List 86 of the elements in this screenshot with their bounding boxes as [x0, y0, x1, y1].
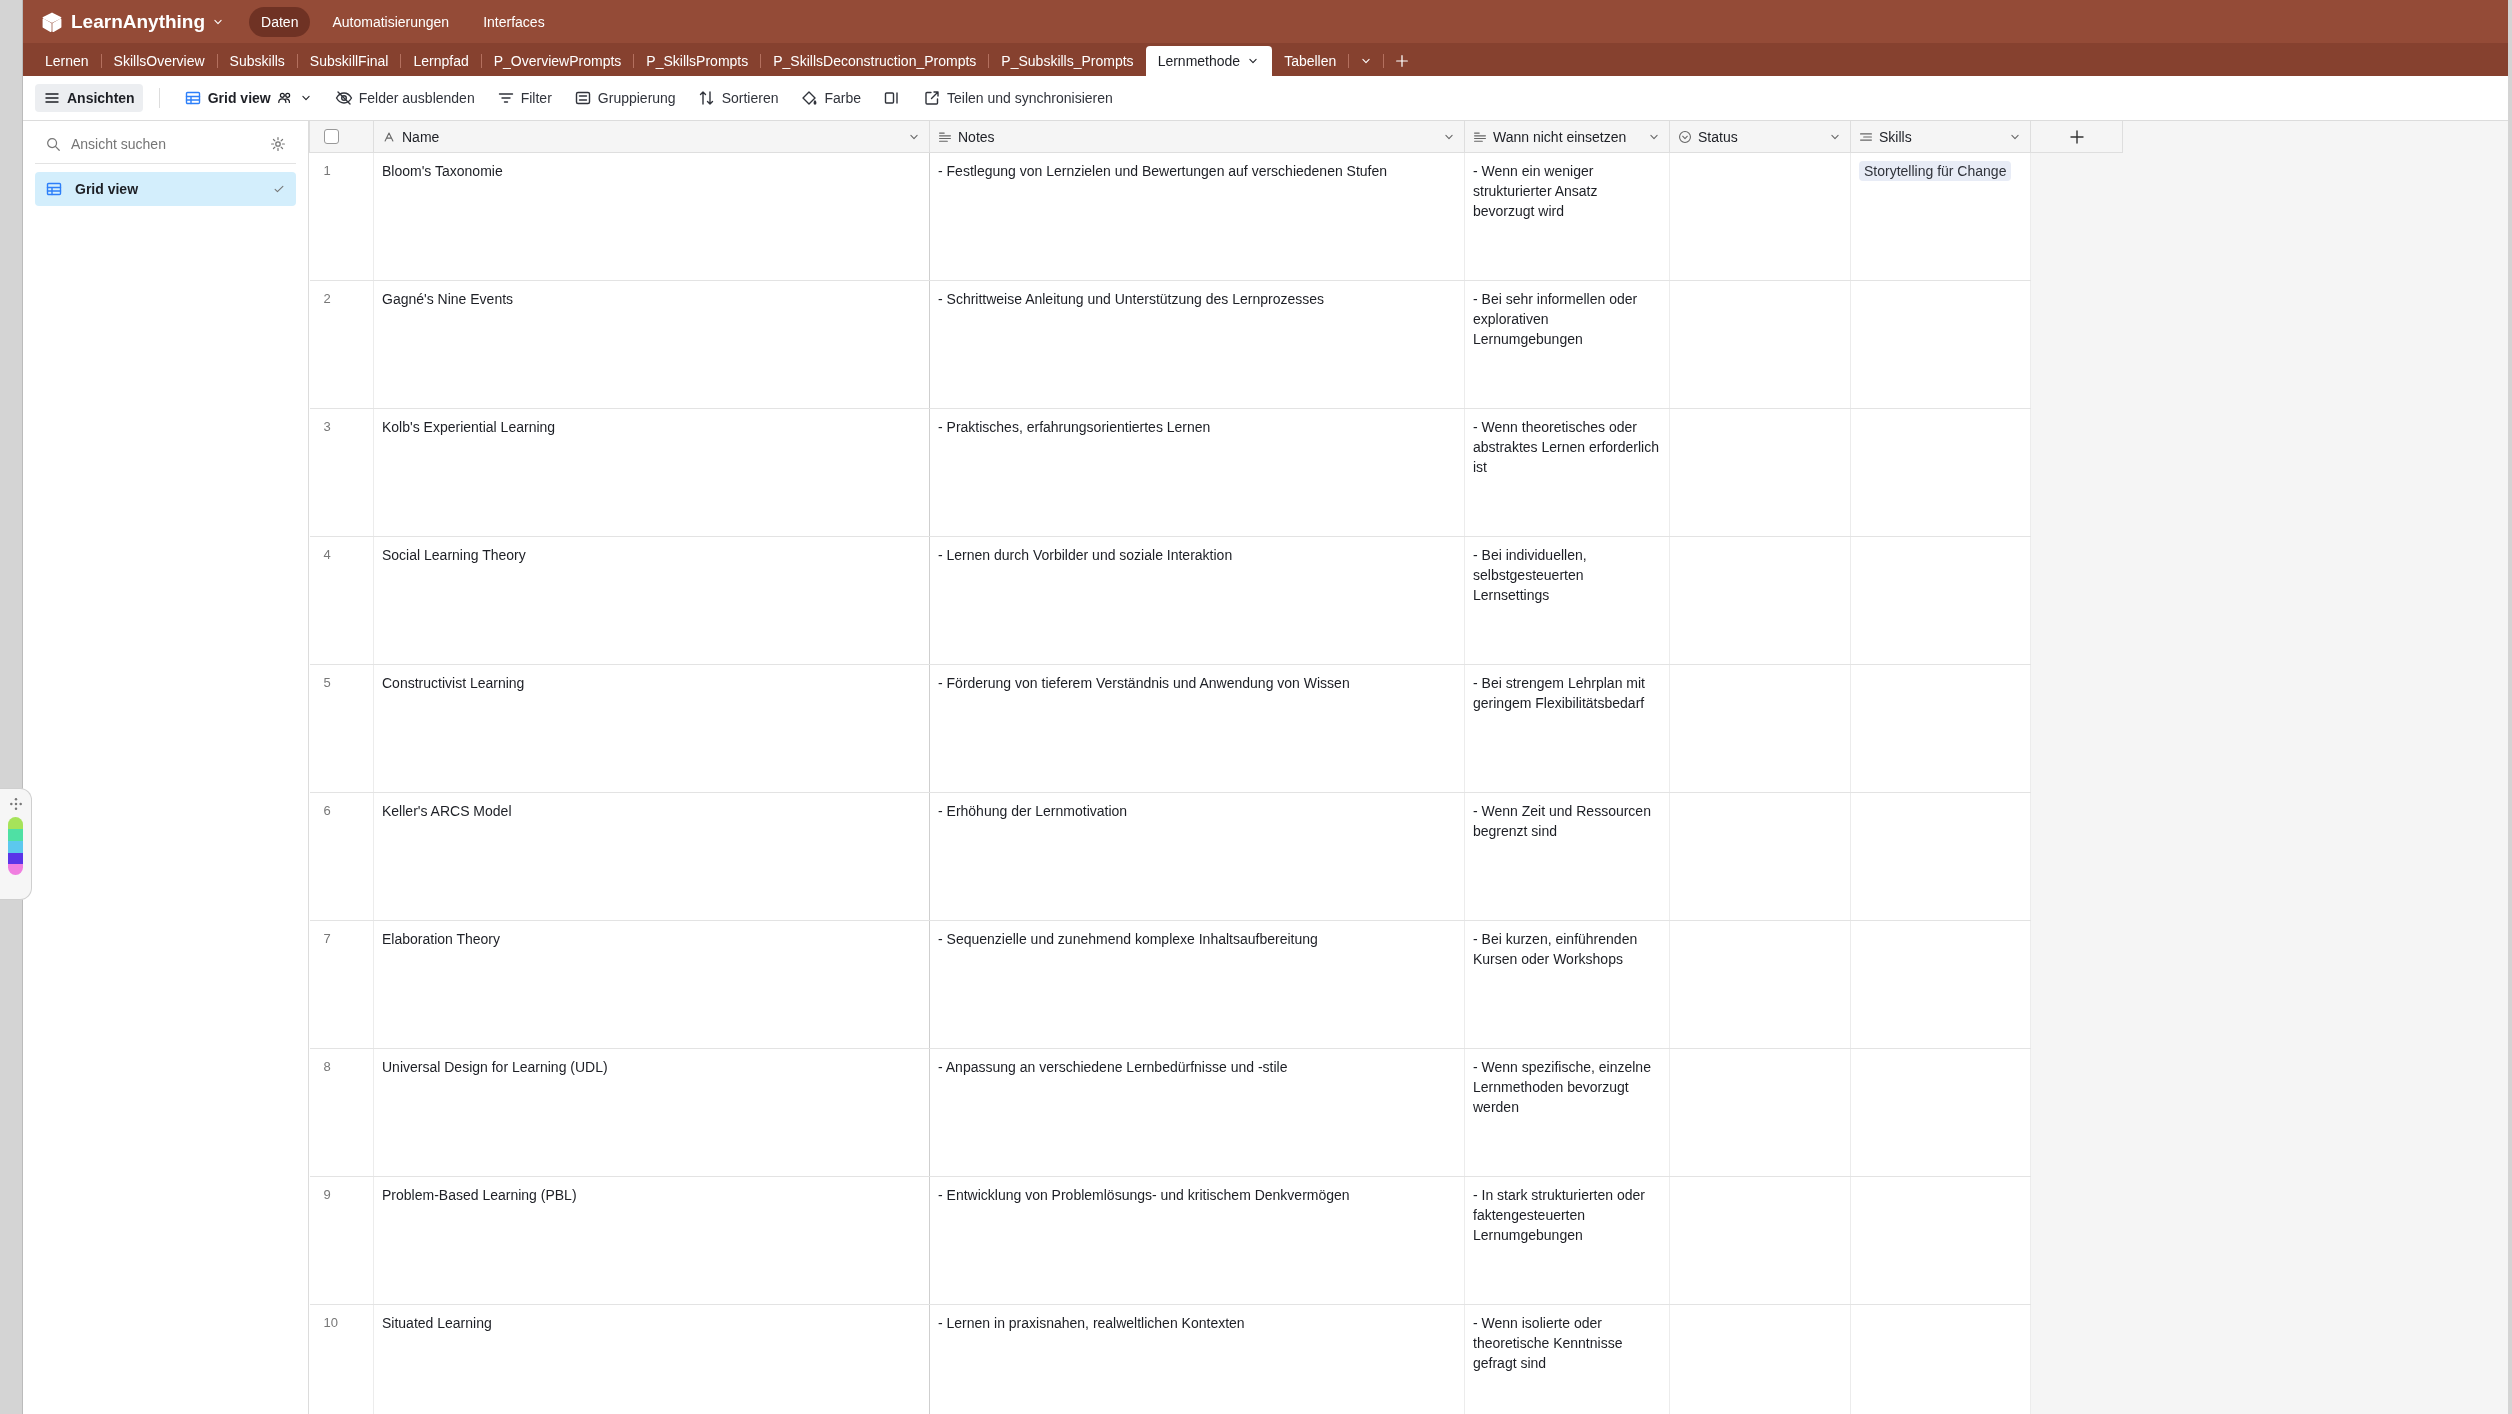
people-icon	[276, 90, 293, 106]
table-cell: - Schrittweise Anleitung und Unterstützung des Lernprozesses	[929, 280, 1465, 409]
plus-icon	[1394, 53, 1411, 69]
table-cell: - Bei individuellen, selbstgesteuerten Lernsettings	[1464, 536, 1670, 665]
table-cell: - Förderung von tieferem Verständnis und Anwendung von Wissen	[929, 664, 1465, 793]
select-all-checkbox[interactable]	[324, 129, 339, 144]
long-text-icon	[938, 129, 952, 144]
table-cell: Gagné's Nine Events	[373, 280, 930, 409]
row-number: 1	[309, 152, 374, 281]
plus-icon	[2067, 127, 2086, 146]
share-button[interactable]: Teilen und synchronisieren	[915, 84, 1121, 112]
row-number: 2	[309, 280, 374, 409]
table-cell: - Wenn ein weniger strukturierter Ansatz bevorzugt wird	[1464, 152, 1670, 281]
hide-button[interactable]: Felder ausblenden	[326, 84, 483, 112]
table-cell: - Lernen durch Vorbilder und soziale Interaktion	[929, 536, 1465, 665]
share-icon	[923, 89, 942, 107]
table-cell: Social Learning Theory	[373, 536, 930, 665]
table-cell: Problem-Based Learning (PBL)	[373, 1176, 930, 1305]
table-cell: - Bei sehr informellen oder explorativen Lernumgebungen	[1464, 280, 1670, 409]
row-number: 10	[309, 1304, 374, 1414]
table-cell: Universal Design for Learning (UDL)	[373, 1048, 930, 1177]
nav-tab[interactable]: Daten	[249, 6, 311, 37]
table-cell: - Bei kurzen, einführenden Kursen oder Workshops	[1464, 920, 1670, 1049]
filter-button[interactable]: Filter	[488, 84, 560, 112]
floating-palette-widget[interactable]	[0, 788, 32, 900]
table-cell: - Festlegung von Lernzielen und Bewertungen auf verschiedenen Stufen	[929, 152, 1465, 281]
nav-tab[interactable]: Interfaces	[471, 6, 557, 37]
table-tab[interactable]: Lernmethode	[1145, 46, 1273, 76]
table-cell: - Entwicklung von Problemlösungs- und kritischem Denkvermögen	[929, 1176, 1465, 1305]
group-icon	[573, 89, 592, 107]
sort-button[interactable]: Sortieren	[689, 84, 787, 112]
color-button[interactable]: Farbe	[792, 84, 870, 112]
table-cell: Elaboration Theory	[373, 920, 930, 1049]
table-tab[interactable]: P_SkillsPrompts	[634, 46, 761, 76]
table-tab[interactable]: P_SkillsDeconstruction_Prompts	[761, 46, 989, 76]
settings-icon	[270, 136, 286, 152]
grid-button[interactable]: Grid view	[175, 84, 321, 112]
table-cell: - Wenn Zeit und Ressourcen begrenzt sind	[1464, 792, 1670, 921]
row-number: 4	[309, 536, 374, 665]
table-cell: - In stark strukturierten oder faktengesteuerten Lernumgebungen	[1464, 1176, 1670, 1305]
grid-icon	[183, 89, 202, 107]
search-icon	[45, 136, 61, 152]
table-cell: - Bei strengem Lehrplan mit geringem Flexibilitätsbedarf	[1464, 664, 1670, 793]
linked-record-chip[interactable]: Storytelling für Change	[1859, 161, 2012, 181]
table-cell: - Sequenzielle und zunehmend komplexe Inhaltsaufbereitung	[929, 920, 1465, 1049]
box-logo-icon	[41, 10, 63, 33]
table-cell: Kolb's Experiential Learning	[373, 408, 930, 537]
move-handle-icon	[8, 797, 23, 811]
table-cell: - Anpassung an verschiedene Lernbedürfnisse und -stile	[929, 1048, 1465, 1177]
table-cell: Situated Learning	[373, 1304, 930, 1414]
chevron-circle-icon	[1678, 129, 1692, 144]
table-tab[interactable]: Lernpfad	[401, 46, 481, 76]
paint-bucket-icon	[800, 89, 819, 107]
table-cell: Constructivist Learning	[373, 664, 930, 793]
row-number: 6	[309, 792, 374, 921]
row-number: 9	[309, 1176, 374, 1305]
table-cell: Keller's ARCS Model	[373, 792, 930, 921]
table-cell: Bloom's Taxonomie	[373, 152, 930, 281]
table-tab[interactable]: P_Subskills_Prompts	[989, 46, 1146, 76]
app-name-dropdown[interactable]: LearnAnything	[71, 10, 226, 33]
nav-tab[interactable]: Automatisierungen	[320, 6, 462, 37]
table-cell: - Erhöhung der Lernmotivation	[929, 792, 1465, 921]
table-cell: - Wenn theoretisches oder abstraktes Lernen erforderlich ist	[1464, 408, 1670, 537]
sort-icon	[697, 89, 716, 107]
views-button[interactable]: Ansichten	[35, 84, 143, 112]
row-number: 5	[309, 664, 374, 793]
table-tab[interactable]: Lernen	[33, 46, 101, 76]
view-item[interactable]: Grid view	[35, 172, 296, 206]
table-cell: - Praktisches, erfahrungsorientiertes Lernen	[929, 408, 1465, 537]
table-cell: - Wenn isolierte oder theoretische Kenntnisse gefragt sind	[1464, 1304, 1670, 1414]
color-strip-drawing	[8, 817, 23, 875]
table-tab[interactable]: Subskills	[217, 46, 297, 76]
row-number: 7	[309, 920, 374, 1049]
row-number: 3	[309, 408, 374, 537]
view-search-field[interactable]: Ansicht suchen	[69, 135, 262, 153]
table-tab[interactable]: P_OverviewPrompts	[481, 46, 634, 76]
table-tab[interactable]: SubskillFinal	[297, 46, 401, 76]
eye-slash-icon	[334, 89, 353, 107]
grid-icon	[45, 180, 63, 198]
table-cell: - Lernen in praxisnahen, realweltlichen Kontexten	[929, 1304, 1465, 1414]
row-number: 8	[309, 1048, 374, 1177]
table-cell: - Wenn spezifische, einzelne Lernmethoden bevorzugt werden	[1464, 1048, 1670, 1177]
table-tab[interactable]: SkillsOverview	[101, 46, 217, 76]
group-button[interactable]: Gruppierung	[565, 84, 684, 112]
long-text-icon	[1473, 129, 1487, 144]
table-tab[interactable]: Tabellen	[1272, 46, 1349, 76]
